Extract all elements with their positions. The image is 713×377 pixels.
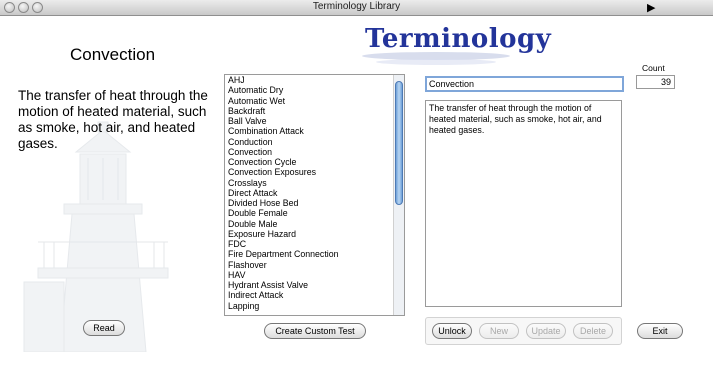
term-list-items: AHJ Automatic Dry Automatic Wet Backdraft Ba… [225,75,404,311]
definition-textarea[interactable]: The transfer of heat through the motion … [425,100,622,307]
logo-reflection-icon [362,52,510,65]
term-heading: Convection [70,45,156,64]
term-list-item[interactable]: Crosslays [228,178,404,188]
delete-button[interactable]: Delete [573,323,613,339]
term-list-item[interactable]: Fire Department Connection [228,249,404,259]
terminology-library-window: Terminology Library ▶ Convection The tra… [0,0,713,377]
term-list-item[interactable]: Divided Hose Bed [228,198,404,208]
term-list-item[interactable]: Exposure Hazard [228,229,404,239]
term-list-item[interactable]: Convection [228,147,404,157]
title-bar[interactable]: Terminology Library ▶ [0,0,713,16]
scrollbar-thumb[interactable] [395,81,403,205]
term-list-item[interactable]: Lapping [228,301,404,311]
read-button[interactable]: Read [83,320,125,336]
exit-button[interactable]: Exit [637,323,683,339]
count-field[interactable] [636,75,675,89]
term-name-input[interactable] [425,76,624,92]
term-list-item[interactable]: Hydrant Assist Valve [228,280,404,290]
window-title: Terminology Library [312,1,401,12]
term-list-item[interactable]: Ball Valve [228,116,404,126]
term-list-item[interactable]: Conduction [228,137,404,147]
term-list-item[interactable]: Indirect Attack [228,290,404,300]
new-button[interactable]: New [479,323,519,339]
term-list-item[interactable]: Convection Cycle [228,157,404,167]
update-button[interactable]: Update [526,323,566,339]
term-list-item[interactable]: Direct Attack [228,188,404,198]
term-list-item[interactable]: Convection Exposures [228,167,404,177]
term-list-item[interactable]: Flashover [228,260,404,270]
term-list-item[interactable]: Double Female [228,208,404,218]
term-list-item[interactable]: Combination Attack [228,126,404,136]
term-list-item[interactable]: FDC [228,239,404,249]
mouse-cursor-icon: ▶ [647,2,656,14]
term-list-item[interactable]: Backdraft [228,106,404,116]
create-custom-test-button[interactable]: Create Custom Test [264,323,366,339]
term-list-item[interactable]: HAV [228,270,404,280]
term-list[interactable]: AHJ Automatic Dry Automatic Wet Backdraft Ba… [224,74,405,316]
term-definition-text: The transfer of heat through the motion … [18,88,208,151]
term-list-item[interactable]: Double Male [228,219,404,229]
term-list-item[interactable]: AHJ [228,75,404,85]
count-label: Count [642,63,665,73]
unlock-button[interactable]: Unlock [432,323,472,339]
term-list-scrollbar[interactable] [393,75,404,315]
term-list-item[interactable]: Automatic Dry [228,85,404,95]
term-list-item[interactable]: Automatic Wet [228,96,404,106]
